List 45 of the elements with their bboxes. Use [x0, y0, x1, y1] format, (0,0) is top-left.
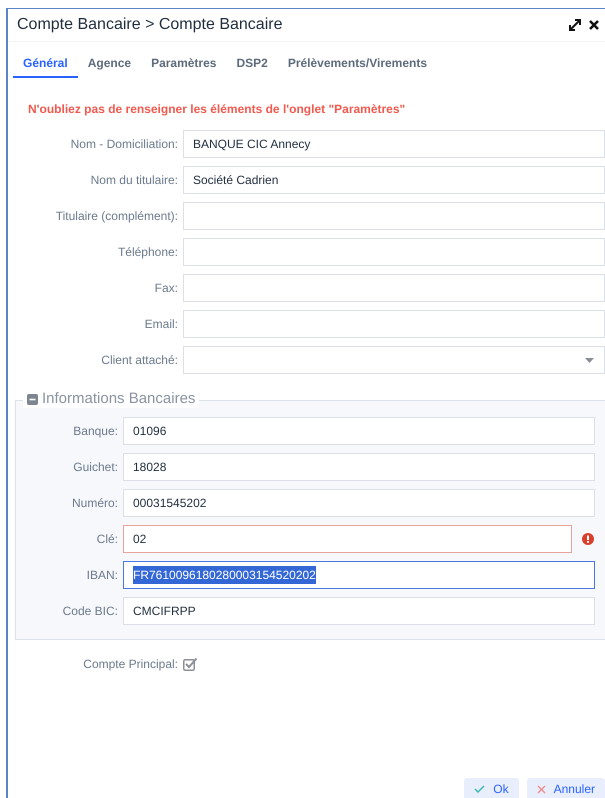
tab[interactable]: DSP2 — [226, 50, 278, 78]
input-field[interactable] — [183, 238, 605, 266]
input-field[interactable] — [183, 310, 605, 338]
field-label: Numéro: — [70, 495, 119, 512]
input-field[interactable] — [183, 274, 605, 302]
warning-message: N'oubliez pas de renseigner les éléments de l'onglet "Paramètres" — [28, 101, 406, 118]
field-label: Compte Principal: — [82, 656, 179, 673]
field-label: IBAN: — [86, 567, 119, 584]
field-label: Email: — [144, 316, 179, 333]
field-label: Téléphone: — [116, 244, 179, 261]
tab[interactable]: Général — [13, 50, 78, 78]
field-label: Nom du titulaire: — [90, 172, 179, 189]
collapse-icon[interactable] — [27, 394, 38, 404]
check-icon — [474, 785, 486, 793]
input-field[interactable]: Société Cadrien — [183, 166, 605, 194]
input-field[interactable]: BANQUE CIC Annecy — [183, 130, 605, 158]
expand-icon[interactable] — [569, 19, 581, 31]
close-icon[interactable] — [589, 20, 599, 30]
field-label: Banque: — [72, 423, 119, 440]
checkbox[interactable] — [183, 657, 198, 671]
tab[interactable]: Prélèvements/Virements — [278, 50, 438, 78]
input-field[interactable]: FR7610096180280003154520202 — [123, 561, 595, 589]
tab[interactable]: Paramètres — [141, 50, 226, 78]
field-label: Fax: — [154, 280, 179, 297]
field-label: Guichet: — [72, 459, 119, 476]
input-field[interactable]: 02 — [123, 525, 572, 553]
field-label: Code BIC: — [62, 603, 119, 620]
close-icon — [536, 784, 546, 794]
cancel-button[interactable]: Annuler — [526, 778, 605, 798]
ok-button[interactable]: Ok — [464, 778, 519, 798]
dropdown-arrow-icon — [585, 358, 594, 362]
window-title: Compte Bancaire > Compte Bancaire — [17, 15, 282, 35]
field-label: Titulaire (complément): — [54, 208, 179, 225]
field-label: Clé: — [96, 531, 119, 548]
field-label: Client attaché: — [100, 352, 179, 369]
error-icon — [582, 533, 594, 545]
input-field[interactable] — [183, 202, 605, 230]
input-field[interactable]: CMCIFRPP — [123, 597, 595, 625]
field-label: Nom - Domiciliation: — [70, 136, 179, 153]
section-legend: Informations Bancaires — [42, 390, 196, 408]
input-field[interactable]: 01096 — [123, 417, 595, 445]
dropdown-field[interactable] — [183, 346, 605, 374]
input-field[interactable]: 00031545202 — [123, 489, 595, 517]
input-field[interactable]: 18028 — [123, 453, 595, 481]
tab[interactable]: Agence — [78, 50, 142, 78]
